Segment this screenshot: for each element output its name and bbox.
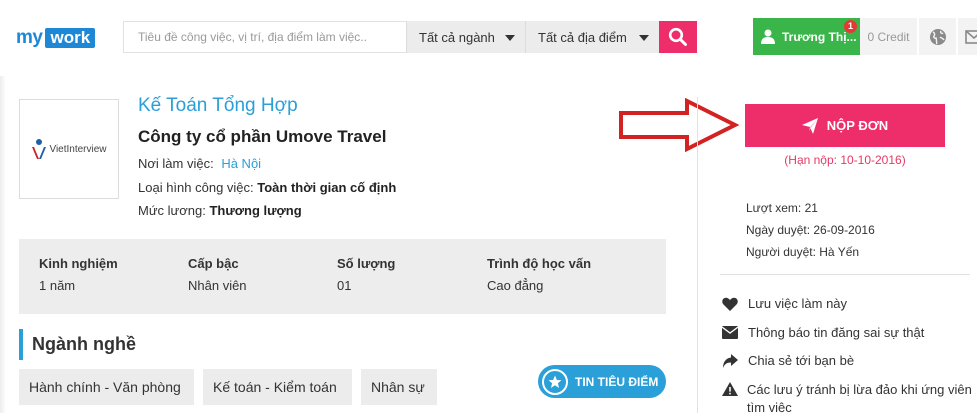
stat-label: Trình độ học vấn bbox=[487, 256, 592, 271]
stat-value: 01 bbox=[337, 278, 352, 293]
paper-plane-icon bbox=[801, 117, 818, 134]
report-job-link[interactable]: Thông báo tin đăng sai sự thật bbox=[722, 325, 924, 340]
stat-label: Kinh nghiệm bbox=[39, 256, 118, 271]
stat-label: Cấp bậc bbox=[188, 256, 239, 271]
workplace-line: Nơi làm việc: Hà Nội bbox=[138, 156, 261, 171]
job-type-value: Toàn thời gian cố định bbox=[257, 180, 397, 195]
user-account-button[interactable]: Trương Thị... 1 bbox=[753, 18, 860, 55]
apply-button[interactable]: NỘP ĐƠN bbox=[745, 104, 945, 147]
logo-my-text: my bbox=[16, 27, 43, 48]
credit-balance[interactable]: 0 Credit bbox=[860, 18, 917, 55]
action-label: Thông báo tin đăng sai sự thật bbox=[748, 325, 925, 340]
application-deadline: (Hạn nộp: 10-10-2016) bbox=[784, 153, 906, 167]
workplace-label: Nơi làm việc: bbox=[138, 156, 214, 171]
share-icon bbox=[722, 354, 739, 368]
stat-value: Nhân viên bbox=[188, 278, 247, 293]
category-section-title: Ngành nghề bbox=[19, 329, 136, 360]
site-logo[interactable]: my work bbox=[16, 27, 96, 49]
industry-select-label: Tất cả ngành bbox=[419, 29, 495, 45]
stat-quantity: Số lượng 01 bbox=[337, 256, 395, 293]
salary-line: Mức lương: Thương lượng bbox=[138, 203, 302, 218]
company-name[interactable]: Công ty cổ phần Umove Travel bbox=[138, 127, 386, 147]
search-icon bbox=[668, 27, 687, 46]
industry-select[interactable]: Tất cả ngành bbox=[406, 21, 525, 53]
apply-button-label: NỘP ĐƠN bbox=[826, 118, 889, 133]
envelope-icon bbox=[722, 326, 739, 339]
search-input[interactable] bbox=[123, 21, 406, 53]
category-tag[interactable]: Hành chính - Văn phòng bbox=[19, 369, 194, 405]
stat-label: Số lượng bbox=[337, 256, 396, 271]
warning-icon bbox=[722, 382, 738, 396]
share-job-link[interactable]: Chia sẻ tới bạn bè bbox=[722, 353, 854, 368]
sidebar-divider bbox=[720, 274, 970, 275]
stat-education: Trình độ học vấn Cao đẳng bbox=[487, 256, 591, 293]
envelope-icon bbox=[965, 29, 977, 44]
action-label: Chia sẻ tới bạn bè bbox=[748, 353, 855, 368]
user-icon bbox=[761, 29, 775, 44]
user-name: Trương Thị... bbox=[782, 29, 857, 44]
search-button[interactable] bbox=[659, 21, 697, 53]
star-icon bbox=[542, 368, 568, 395]
column-divider bbox=[697, 97, 698, 413]
page-edge-shadow bbox=[0, 76, 6, 413]
action-label: Lưu việc làm này bbox=[748, 296, 848, 311]
salary-label: Mức lương: bbox=[138, 203, 206, 218]
action-label: Các lưu ý tránh bị lừa đảo khi ứng viên … bbox=[747, 382, 972, 413]
fraud-warning-link[interactable]: Các lưu ý tránh bị lừa đảo khi ứng viên … bbox=[722, 381, 977, 413]
globe-icon bbox=[929, 28, 946, 45]
view-count: Lượt xem: 21 bbox=[746, 201, 818, 215]
chevron-down-icon bbox=[505, 35, 515, 41]
featured-badge[interactable]: TIN TIÊU ĐIỂM bbox=[538, 365, 666, 398]
location-select-label: Tất cả địa điểm bbox=[538, 29, 627, 45]
stat-level: Cấp bậc Nhân viên bbox=[188, 256, 247, 293]
workplace-link[interactable]: Hà Nội bbox=[221, 156, 261, 171]
job-type-line: Loại hình công việc: Toàn thời gian cố đ… bbox=[138, 180, 396, 195]
logo-wordmark: VietInterview bbox=[49, 143, 107, 155]
location-select[interactable]: Tất cả địa điểm bbox=[525, 21, 659, 53]
stat-value: Cao đẳng bbox=[487, 278, 544, 293]
chevron-down-icon bbox=[639, 35, 649, 41]
job-type-label: Loại hình công việc: bbox=[138, 180, 254, 195]
stat-experience: Kinh nghiệm 1 năm bbox=[39, 256, 118, 293]
category-tag[interactable]: Nhân sự bbox=[361, 369, 437, 405]
job-title[interactable]: Kế Toán Tổng Hợp bbox=[138, 95, 298, 117]
language-button[interactable] bbox=[919, 18, 956, 55]
annotation-arrow-icon bbox=[619, 98, 739, 152]
vietinterview-logo: VietInterview bbox=[31, 138, 107, 160]
messages-button[interactable] bbox=[958, 18, 977, 55]
logo-work-text: work bbox=[45, 28, 96, 48]
category-tag[interactable]: Kế toán - Kiểm toán bbox=[203, 369, 352, 405]
approver: Người duyệt: Hà Yến bbox=[746, 245, 860, 259]
save-job-link[interactable]: Lưu việc làm này bbox=[722, 296, 847, 311]
stat-value: 1 năm bbox=[39, 278, 76, 293]
company-logo[interactable]: VietInterview bbox=[19, 99, 119, 199]
job-stats-box: Kinh nghiệm 1 năm Cấp bậc Nhân viên Số l… bbox=[19, 239, 666, 314]
featured-label: TIN TIÊU ĐIỂM bbox=[575, 374, 659, 389]
notification-badge: 1 bbox=[844, 20, 857, 33]
top-header: my work Tất cả ngành Tất cả địa điểm Trư… bbox=[0, 0, 977, 76]
search-bar: Tất cả ngành Tất cả địa điểm bbox=[123, 21, 697, 53]
approved-date: Ngày duyệt: 26-09-2016 bbox=[746, 223, 875, 237]
salary-value: Thương lượng bbox=[209, 203, 302, 218]
heart-icon bbox=[722, 297, 739, 311]
